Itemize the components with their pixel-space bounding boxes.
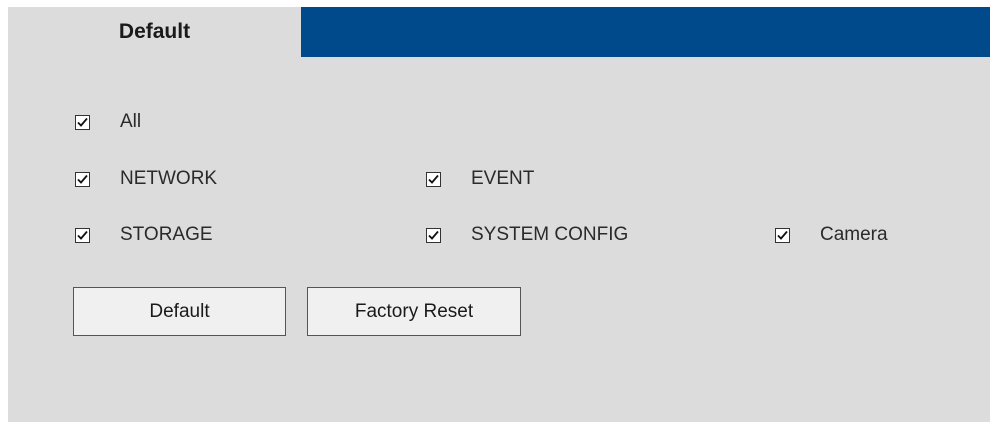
- checkbox-event[interactable]: EVENT: [426, 168, 534, 190]
- checkbox-system-config[interactable]: SYSTEM CONFIG: [426, 224, 628, 246]
- checkbox-checked-icon[interactable]: [426, 171, 441, 187]
- checkbox-camera[interactable]: Camera: [775, 224, 888, 246]
- checkbox-label: Camera: [820, 224, 888, 245]
- tab-default[interactable]: Default: [8, 7, 301, 57]
- checkbox-all[interactable]: All: [75, 111, 141, 133]
- checkbox-checked-icon[interactable]: [75, 227, 90, 243]
- checkbox-checked-icon[interactable]: [775, 227, 790, 243]
- checkbox-storage[interactable]: STORAGE: [75, 224, 213, 246]
- checkbox-checked-icon[interactable]: [75, 114, 90, 130]
- checkbox-label: EVENT: [471, 168, 535, 189]
- checkbox-label: SYSTEM CONFIG: [471, 224, 629, 245]
- tab-bar: Default: [8, 7, 990, 57]
- checkbox-label: All: [120, 111, 142, 132]
- checkbox-checked-icon[interactable]: [75, 171, 90, 187]
- factory-reset-button[interactable]: Factory Reset: [307, 287, 521, 336]
- default-settings-panel: Default All NETWORK EVENT STORAGE SYSTEM…: [8, 7, 990, 422]
- checkbox-checked-icon[interactable]: [426, 227, 441, 243]
- checkbox-label: NETWORK: [120, 168, 218, 189]
- checkbox-label: STORAGE: [120, 224, 213, 245]
- checkbox-network[interactable]: NETWORK: [75, 168, 217, 190]
- default-button[interactable]: Default: [73, 287, 286, 336]
